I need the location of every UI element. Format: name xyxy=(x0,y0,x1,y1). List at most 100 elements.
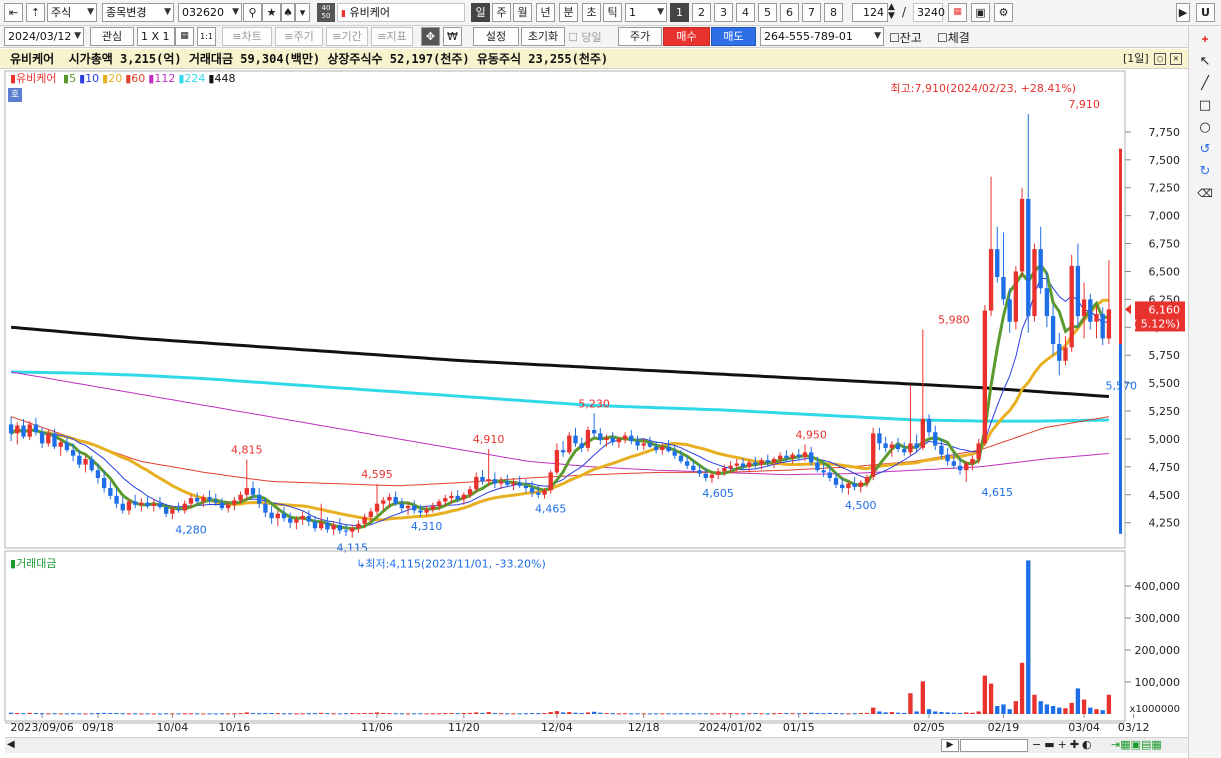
volume-bar xyxy=(554,711,560,714)
dropdown-icon[interactable]: ▾ xyxy=(295,3,310,22)
volume-bar xyxy=(951,712,957,714)
tool-icon[interactable]: ✚ xyxy=(1197,32,1213,48)
watch-button[interactable]: 관심 xyxy=(90,27,134,46)
star-icon[interactable]: ★ xyxy=(262,3,281,22)
code-input[interactable]: 032620 ▼ xyxy=(178,3,242,22)
chart-canvas[interactable]: 7,7507,5007,2507,0006,7506,5006,2506,000… xyxy=(0,69,1188,755)
layout-select[interactable]: 1 X 1 xyxy=(137,27,175,46)
search-icon[interactable]: ⚲ xyxy=(243,3,262,22)
account-select[interactable]: 264-555-789-01 ▼ xyxy=(760,27,884,46)
chart-button[interactable]: ≡차트 xyxy=(222,27,272,46)
undo-icon[interactable]: ↺ xyxy=(1197,142,1213,158)
period-second[interactable]: 초 xyxy=(582,3,601,22)
layout-4[interactable]: 4 xyxy=(736,3,755,22)
rectangle-icon[interactable]: □ xyxy=(1197,98,1213,114)
won-button[interactable]: ₩ xyxy=(443,27,462,46)
period-tick[interactable]: 틱 xyxy=(603,3,622,22)
restore-icon[interactable]: ▢ xyxy=(1154,53,1166,65)
layout-3[interactable]: 3 xyxy=(714,3,733,22)
pin-icon[interactable]: ⇤ xyxy=(4,3,23,22)
line-icon[interactable]: ╱ xyxy=(1197,76,1213,92)
volume-bar xyxy=(399,713,405,715)
circle-icon[interactable]: ○ xyxy=(1197,120,1213,136)
x-tick-label: 10/04 xyxy=(157,721,189,734)
move-icon[interactable]: ✥ xyxy=(421,27,440,46)
stock-change-value: 종목변경 xyxy=(106,6,147,19)
layout-6[interactable]: 6 xyxy=(780,3,799,22)
period-day[interactable]: 일 xyxy=(471,3,490,22)
volume-bar xyxy=(889,712,894,714)
candle-body xyxy=(976,443,981,460)
candle-body xyxy=(1063,347,1068,361)
sell-button[interactable]: 매도 xyxy=(711,27,756,46)
eraser-icon[interactable]: ⌫ xyxy=(1197,186,1213,202)
layout-8[interactable]: 8 xyxy=(824,3,843,22)
stock-change-select[interactable]: 종목변경 ▼ xyxy=(102,3,174,22)
one-to-one-button[interactable]: 1:1 xyxy=(197,27,216,46)
volume-bar xyxy=(219,713,225,715)
volume-bar xyxy=(753,713,758,715)
range-button[interactable]: ≡기간 xyxy=(326,27,368,46)
scroll-left-icon[interactable]: ▶ xyxy=(1176,3,1190,22)
volume-bar xyxy=(343,713,349,715)
volume-bar xyxy=(1069,702,1074,714)
candle-body xyxy=(114,495,119,504)
period-year[interactable]: 년 xyxy=(536,3,555,22)
split-button[interactable]: 40 50 xyxy=(317,3,335,22)
price-label: 4,310 xyxy=(411,520,443,533)
buy-button[interactable]: 매수 xyxy=(663,27,710,46)
date-input[interactable]: 2024/03/12 ▼ xyxy=(4,27,84,46)
candle-body xyxy=(176,509,181,511)
candle-body xyxy=(734,463,739,466)
period-week[interactable]: 주 xyxy=(492,3,511,22)
spade-icon[interactable]: ♠ xyxy=(281,3,295,22)
calendar-icon[interactable]: ▦ xyxy=(175,27,194,46)
layout-5[interactable]: 5 xyxy=(758,3,777,22)
volume-bar xyxy=(902,712,907,714)
indicator-button[interactable]: ≡지표 xyxy=(371,27,413,46)
same-day-checkbox[interactable]: ☐ 당일 xyxy=(568,29,602,45)
export-icons[interactable]: ⇥▦▣▤▦ xyxy=(1111,738,1162,751)
candle-body xyxy=(598,433,603,441)
chevron-down-icon: ▼ xyxy=(87,7,94,17)
layout-7[interactable]: 7 xyxy=(802,3,821,22)
period-minute[interactable]: 분 xyxy=(559,3,578,22)
balance-checkbox[interactable]: ☐잔고 xyxy=(889,29,922,46)
redo-icon[interactable]: ↻ xyxy=(1197,164,1213,180)
scroll-right-arrow[interactable]: ▶ xyxy=(941,739,959,752)
bottom-scrollbar[interactable]: ◀ ▶ −▬+✚◐ ⇥▦▣▤▦ xyxy=(5,737,1188,753)
market-select[interactable]: 주식 ▼ xyxy=(47,3,97,22)
y-tick-label: 4,750 xyxy=(1149,461,1181,474)
volume-bar xyxy=(188,713,194,715)
settings-button[interactable]: 설정 xyxy=(473,27,519,46)
volume-bar xyxy=(145,713,150,715)
zoom-controls[interactable]: −▬+✚◐ xyxy=(1032,738,1095,751)
ho-badge[interactable]: 호 xyxy=(8,88,22,102)
gear-icon[interactable]: ⚙ xyxy=(994,3,1013,22)
sort-icon[interactable]: ⇡ xyxy=(26,3,45,22)
count-stepper[interactable]: ▲ ▼ xyxy=(888,3,895,21)
close-icon[interactable]: ✕ xyxy=(1170,53,1182,65)
period-value-select[interactable]: 1 ▼ xyxy=(625,3,667,22)
execution-checkbox[interactable]: ☐체결 xyxy=(937,29,970,46)
zoom-slider[interactable] xyxy=(960,739,1028,752)
layout-2[interactable]: 2 xyxy=(692,3,711,22)
candle-body xyxy=(145,502,150,506)
period-month[interactable]: 월 xyxy=(513,3,532,22)
pointer-icon[interactable]: ↖ xyxy=(1197,54,1213,70)
volume-bar xyxy=(1013,701,1019,714)
price-button[interactable]: 주가 xyxy=(618,27,662,46)
count-input[interactable]: 124 xyxy=(852,3,888,22)
candle-body xyxy=(337,524,342,531)
layout-1[interactable]: 1 xyxy=(670,3,689,22)
candle-body xyxy=(840,484,845,489)
y-tick-label: 5,000 xyxy=(1149,433,1181,446)
scroll-left-arrow[interactable]: ◀ xyxy=(7,739,15,750)
reset-button[interactable]: 초기화 xyxy=(521,27,565,46)
user-button[interactable]: U xyxy=(1196,3,1215,22)
save-icon[interactable]: ▣ xyxy=(971,3,990,22)
grid-icon[interactable]: ▦ xyxy=(948,3,967,22)
period-chart-button[interactable]: ≡주기 xyxy=(275,27,323,46)
same-day-label: 당일 xyxy=(581,31,602,44)
chart-area[interactable]: 7,7507,5007,2507,0006,7506,5006,2506,000… xyxy=(0,69,1188,755)
